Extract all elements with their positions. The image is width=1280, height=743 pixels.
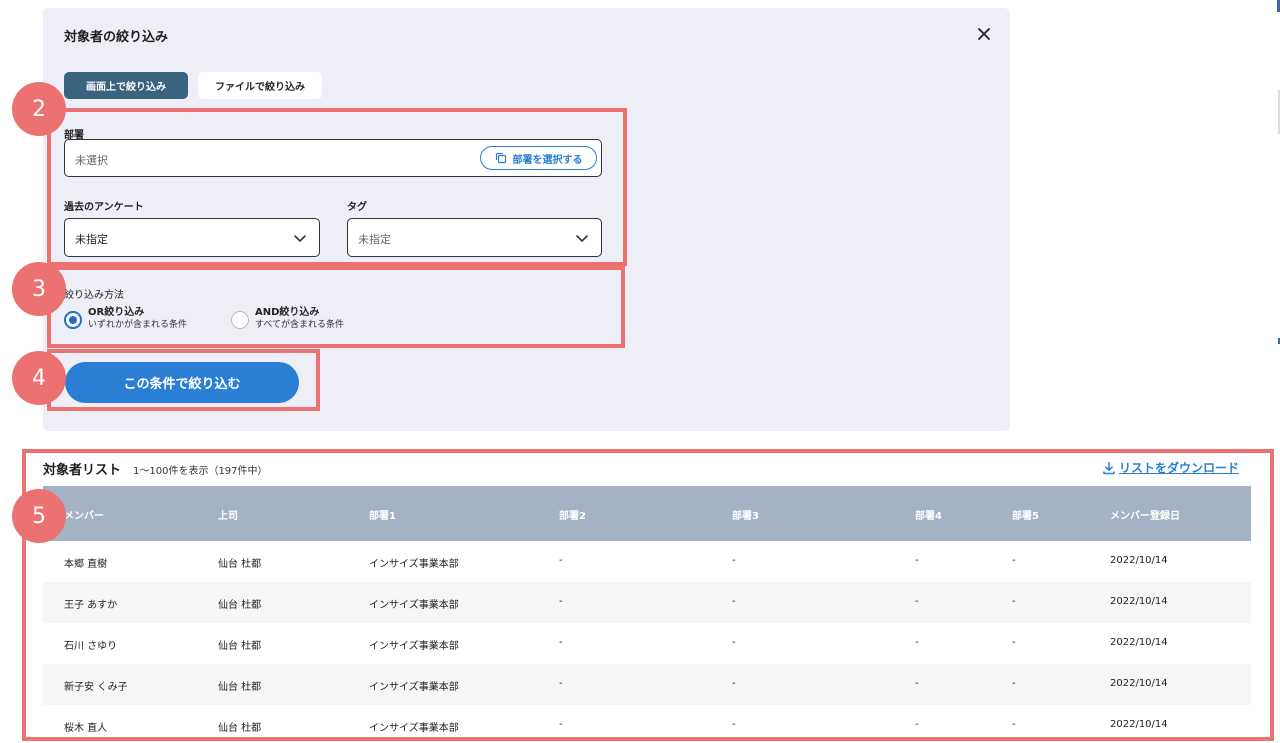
page: 対象者の絞り込み 画面上で絞り込み ファイルで絞り込み 部署 未選択 部署を選択…	[0, 0, 1280, 743]
department-field[interactable]: 未選択 部署を選択する	[64, 139, 602, 177]
col-dept1[interactable]: 部署1	[369, 507, 396, 522]
past-survey-label: 過去のアンケート	[64, 202, 144, 213]
radio-or-button[interactable]	[64, 311, 82, 329]
table-cell: -	[1012, 678, 1016, 689]
col-dept3[interactable]: 部署3	[732, 507, 759, 522]
filter-panel: 対象者の絞り込み 画面上で絞り込み ファイルで絞り込み 部署 未選択 部署を選択…	[43, 8, 1010, 431]
table-cell: インサイズ事業本部	[369, 682, 459, 693]
download-list-label: リストをダウンロード	[1119, 461, 1240, 475]
tab-filter-on-screen[interactable]: 画面上で絞り込み	[64, 72, 188, 99]
col-dept2[interactable]: 部署2	[559, 507, 586, 522]
table-cell: -	[1012, 719, 1016, 730]
table-row[interactable]: 桜木 直人 仙台 杜都 インサイズ事業本部 - - - - 2022/10/14	[43, 705, 1251, 743]
radio-and-title: AND絞り込み	[255, 307, 320, 318]
table-cell: 桜木 直人	[64, 723, 108, 734]
edge-marks	[1277, 0, 1280, 344]
table-cell: 仙台 杜都	[218, 641, 262, 652]
table-cell: -	[915, 719, 919, 730]
past-survey-select[interactable]: 未指定	[64, 218, 320, 257]
col-boss[interactable]: 上司	[218, 507, 238, 522]
radio-and-button[interactable]	[231, 311, 249, 329]
method-label: 絞り込み方法	[64, 290, 124, 301]
table-cell: 仙台 杜都	[218, 559, 262, 570]
table-cell: インサイズ事業本部	[369, 723, 459, 734]
table-cell: -	[732, 596, 736, 607]
table-cell: インサイズ事業本部	[369, 559, 459, 570]
table-header: メンバー 上司 部署1 部署2 部署3 部署4 部署5 メンバー登録日	[43, 486, 1251, 541]
col-member[interactable]: メンバー	[64, 507, 104, 522]
table-cell: 仙台 杜都	[218, 723, 262, 734]
table-cell: -	[1012, 637, 1016, 648]
step-badge-2: 2	[12, 82, 66, 136]
table-cell: -	[559, 555, 563, 566]
table-cell: 2022/10/14	[1110, 555, 1168, 566]
table-cell: -	[732, 637, 736, 648]
download-list-link[interactable]: リストをダウンロード	[1102, 459, 1239, 476]
table-cell: -	[559, 719, 563, 730]
table-cell: 2022/10/14	[1110, 719, 1168, 730]
table-cell: 石川 さゆり	[64, 641, 118, 652]
chevron-down-icon	[576, 235, 588, 242]
table-cell: 本郷 直樹	[64, 559, 108, 570]
table-body: 本郷 直樹 仙台 杜都 インサイズ事業本部 - - - -2022/10/14 王子 あすか仙…	[43, 541, 1251, 743]
chevron-down-icon	[294, 235, 306, 242]
select-department-button[interactable]: 部署を選択する	[480, 146, 597, 170]
table-cell: 2022/10/14	[1110, 678, 1168, 689]
department-placeholder: 未選択	[75, 154, 108, 167]
table-cell: -	[1012, 555, 1016, 566]
target-table: メンバー 上司 部署1 部署2 部署3 部署4 部署5 メンバー登録日 本郷 直…	[43, 486, 1251, 743]
col-dept4[interactable]: 部署4	[915, 507, 942, 522]
table-cell: 仙台 杜都	[218, 600, 262, 611]
radio-and[interactable]: AND絞り込み すべてが含まれる条件	[231, 306, 344, 332]
step-badge-4: 4	[12, 351, 66, 405]
radio-or-desc: いずれかが含まれる条件	[88, 320, 188, 330]
table-cell: -	[559, 637, 563, 648]
col-dept5[interactable]: 部署5	[1012, 507, 1039, 522]
table-cell: 仙台 杜都	[218, 682, 262, 693]
step-badge-3: 3	[12, 262, 66, 316]
list-title: 対象者リスト	[43, 463, 122, 478]
table-cell: -	[559, 596, 563, 607]
tab-filter-by-file[interactable]: ファイルで絞り込み	[198, 72, 322, 99]
table-cell: インサイズ事業本部	[369, 641, 459, 652]
table-cell: -	[915, 637, 919, 648]
tag-label: タグ	[347, 202, 367, 213]
table-cell: -	[732, 555, 736, 566]
select-department-label: 部署を選択する	[512, 154, 583, 166]
table-cell: 2022/10/14	[1110, 637, 1168, 648]
past-survey-value: 未指定	[75, 233, 108, 246]
table-cell: 王子 あすか	[64, 600, 118, 611]
tag-placeholder: 未指定	[358, 233, 391, 246]
apply-filter-button[interactable]: この条件で絞り込む	[65, 362, 299, 403]
table-cell: -	[732, 719, 736, 730]
table-cell: -	[915, 555, 919, 566]
table-cell: 2022/10/14	[1110, 596, 1168, 607]
close-icon[interactable]	[972, 22, 996, 46]
table-cell: インサイズ事業本部	[369, 600, 459, 611]
step-badge-5: 5	[12, 489, 66, 543]
panel-title: 対象者の絞り込み	[64, 30, 169, 45]
radio-or-title: OR絞り込み	[88, 307, 145, 318]
list-count: 1〜100件を表示（197件中）	[133, 466, 268, 477]
copy-icon	[495, 152, 506, 164]
table-cell: -	[915, 678, 919, 689]
table-cell: -	[559, 678, 563, 689]
tag-select[interactable]: 未指定	[347, 218, 602, 257]
radio-or[interactable]: OR絞り込み いずれかが含まれる条件	[64, 306, 187, 332]
table-cell: -	[915, 596, 919, 607]
table-cell: 新子安 くみ子	[64, 682, 128, 693]
radio-and-desc: すべてが含まれる条件	[255, 320, 345, 330]
table-row[interactable]: 新子安 くみ子 仙台 杜都 インサイズ事業本部 - - - - 2022/10/14	[43, 664, 1251, 705]
table-cell: -	[732, 678, 736, 689]
table-cell: -	[1012, 596, 1016, 607]
col-registered-date[interactable]: メンバー登録日	[1110, 507, 1180, 522]
download-icon	[1103, 461, 1115, 474]
table-row[interactable]: 本郷 直樹 仙台 杜都 インサイズ事業本部 - - - - 2022/10/14	[43, 541, 1251, 582]
table-row[interactable]: 王子 あすか 仙台 杜都 インサイズ事業本部 - - - - 2022/10/14	[43, 582, 1251, 623]
table-row[interactable]: 石川 さゆり 仙台 杜都 インサイズ事業本部 - - - - 2022/10/14	[43, 623, 1251, 664]
